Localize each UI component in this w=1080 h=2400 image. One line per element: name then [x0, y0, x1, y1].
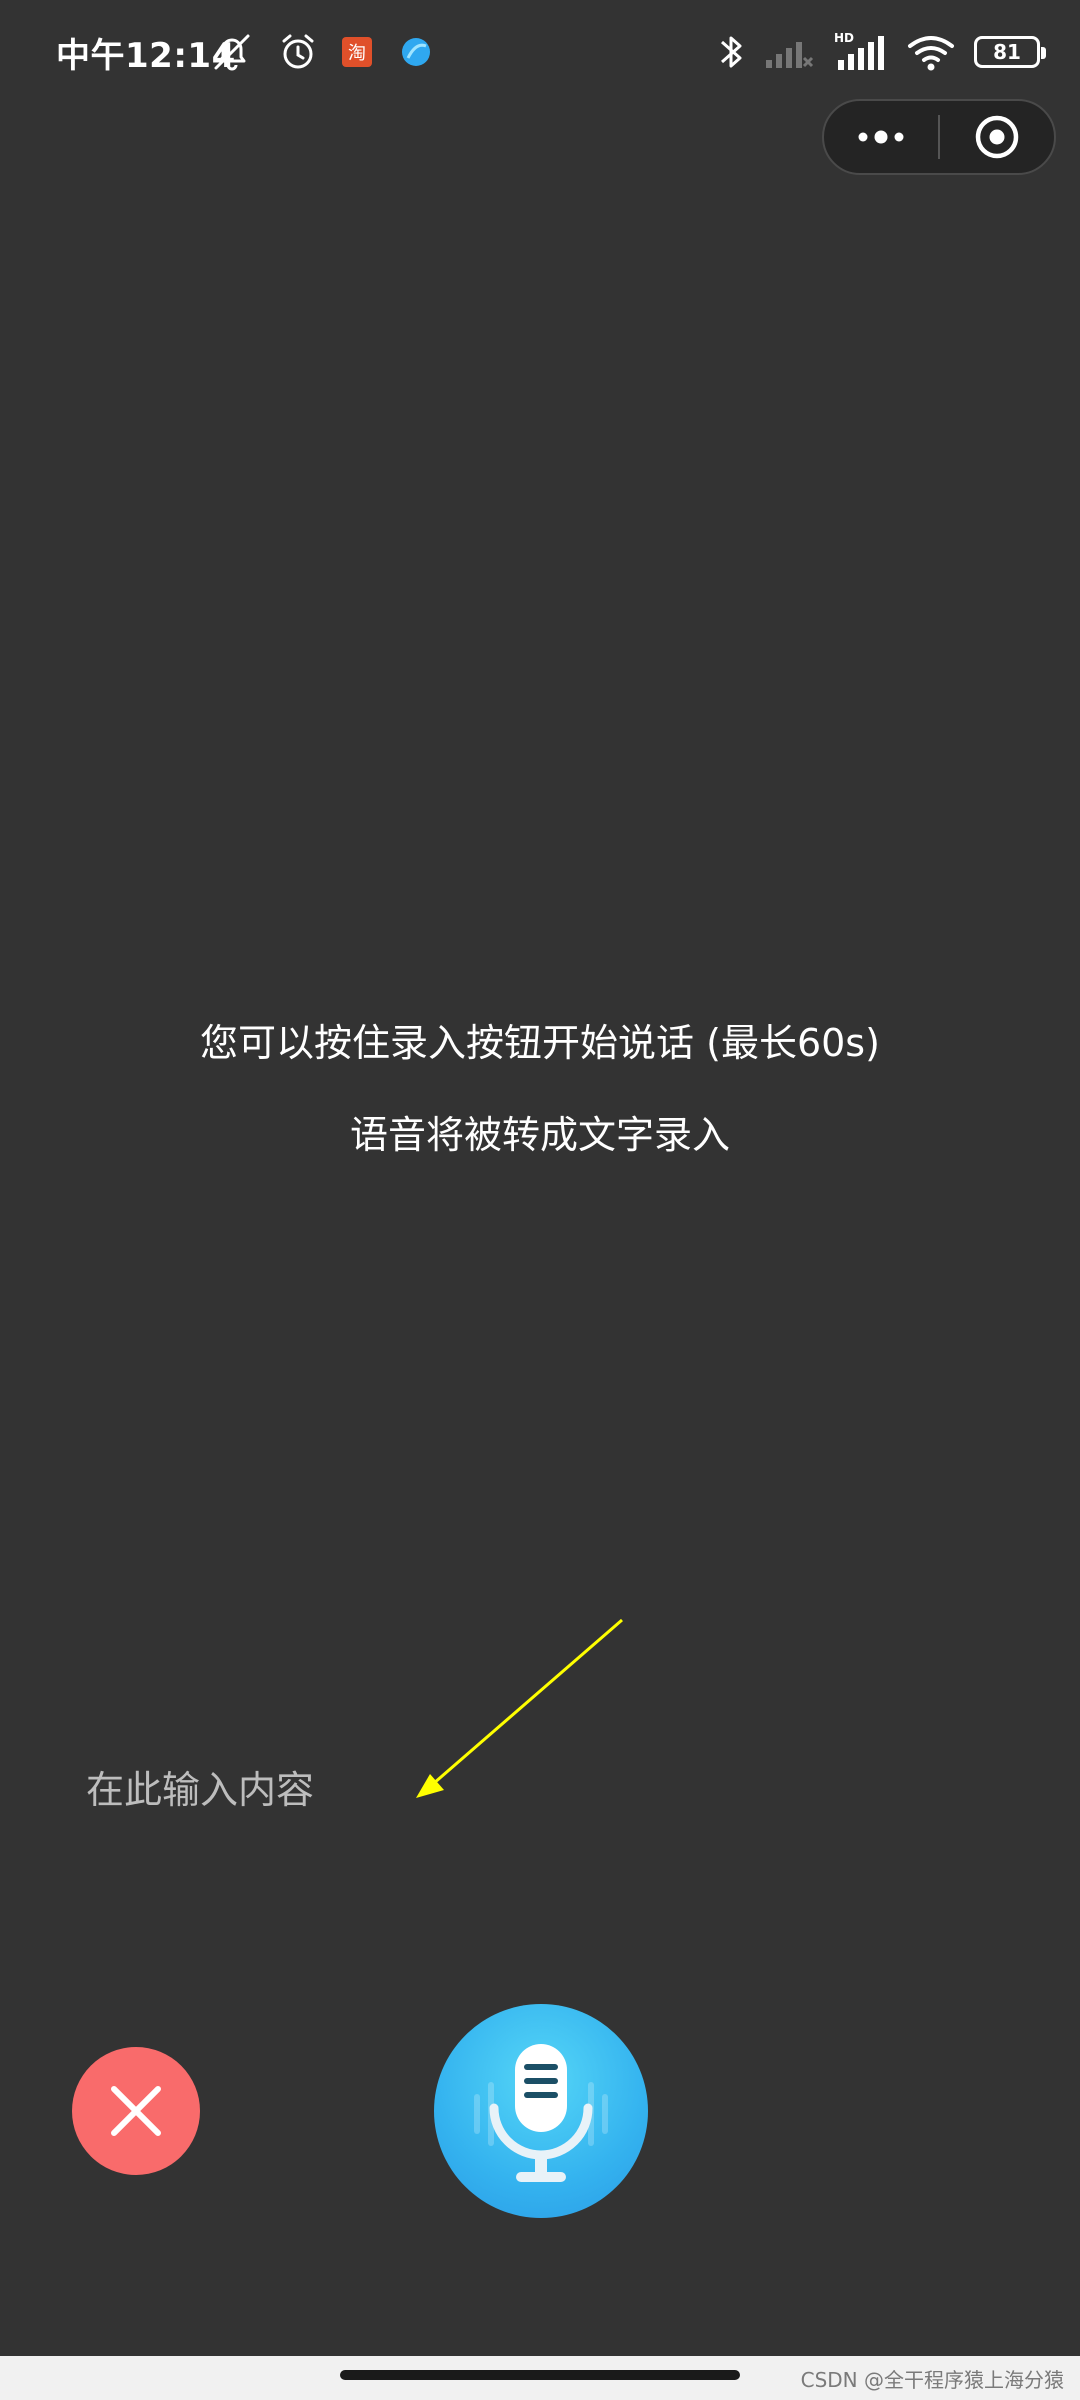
- system-nav-bar: CSDN @全干程序猿上海分猿: [0, 2356, 1080, 2400]
- alarm-icon: [282, 34, 314, 69]
- more-button[interactable]: [824, 101, 938, 173]
- hint-text-secondary: 语音将被转成文字录入: [349, 1113, 730, 1157]
- home-indicator[interactable]: [340, 2370, 740, 2380]
- status-bar: 中午12:14 淘 HD 81: [0, 0, 1080, 100]
- status-time: 中午12:14: [56, 36, 236, 76]
- record-button[interactable]: [434, 2004, 648, 2218]
- signal-icon: [766, 42, 814, 68]
- target-close-icon: [975, 115, 1019, 159]
- status-left-icons: 淘: [210, 30, 438, 74]
- status-right-icons: HD 81: [716, 30, 1046, 74]
- hd-signal-icon: HD: [834, 31, 884, 70]
- battery-icon: 81: [974, 36, 1046, 68]
- app-icon: [402, 38, 430, 66]
- bluetooth-icon: [721, 36, 742, 68]
- cancel-button[interactable]: [72, 2047, 200, 2175]
- exit-button[interactable]: [940, 101, 1054, 173]
- voice-input-screen: 中午12:14 淘 HD 81 您可以按住录入按钮开始说话 (最长60s) 语音…: [0, 0, 1080, 2400]
- mini-program-capsule: [822, 99, 1056, 175]
- watermark: CSDN @全干程序猿上海分猿: [800, 2368, 1064, 2392]
- hint-text-primary: 您可以按住录入按钮开始说话 (最长60s): [200, 1021, 880, 1065]
- close-x-icon: [111, 2086, 161, 2136]
- more-dots-icon: [858, 130, 904, 144]
- battery-level: 81: [993, 40, 1021, 64]
- wifi-icon: [908, 36, 954, 71]
- yellow-arrow-annotation: [416, 1618, 623, 1798]
- mute-icon: [214, 34, 250, 71]
- network-label: HD: [834, 31, 854, 45]
- taobao-icon: 淘: [342, 37, 372, 67]
- microphone-icon: [474, 2044, 608, 2182]
